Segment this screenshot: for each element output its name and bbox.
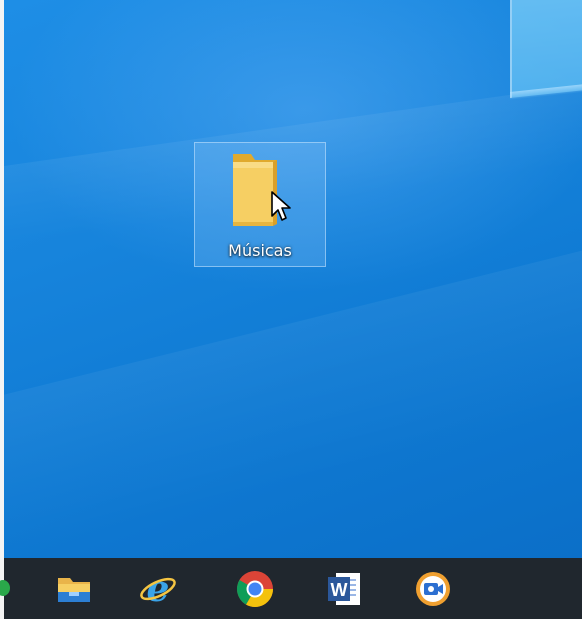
desktop-icon-label: Músicas — [228, 241, 292, 260]
partial-app-icon[interactable] — [0, 580, 10, 596]
taskbar: e W — [0, 558, 582, 619]
svg-text:e: e — [147, 569, 170, 609]
taskbar-internet-explorer[interactable]: e — [134, 566, 182, 612]
taskbar-word[interactable]: W — [320, 566, 368, 612]
taskbar-file-explorer[interactable] — [50, 566, 98, 612]
chrome-icon — [236, 571, 273, 608]
wallpaper-window-pane — [510, 0, 582, 98]
file-explorer-icon — [58, 578, 90, 602]
svg-text:W: W — [331, 580, 348, 600]
taskbar-camera-app[interactable] — [409, 566, 457, 612]
internet-explorer-icon: e — [140, 569, 176, 609]
taskbar-chrome[interactable] — [231, 566, 279, 612]
mouse-pointer-icon — [271, 191, 291, 221]
word-icon: W — [328, 573, 360, 605]
desktop[interactable]: Músicas — [4, 0, 582, 558]
screen: Músicas e W — [0, 0, 582, 619]
camera-app-icon — [416, 572, 450, 606]
desktop-icon-musicas[interactable]: Músicas — [194, 142, 326, 267]
